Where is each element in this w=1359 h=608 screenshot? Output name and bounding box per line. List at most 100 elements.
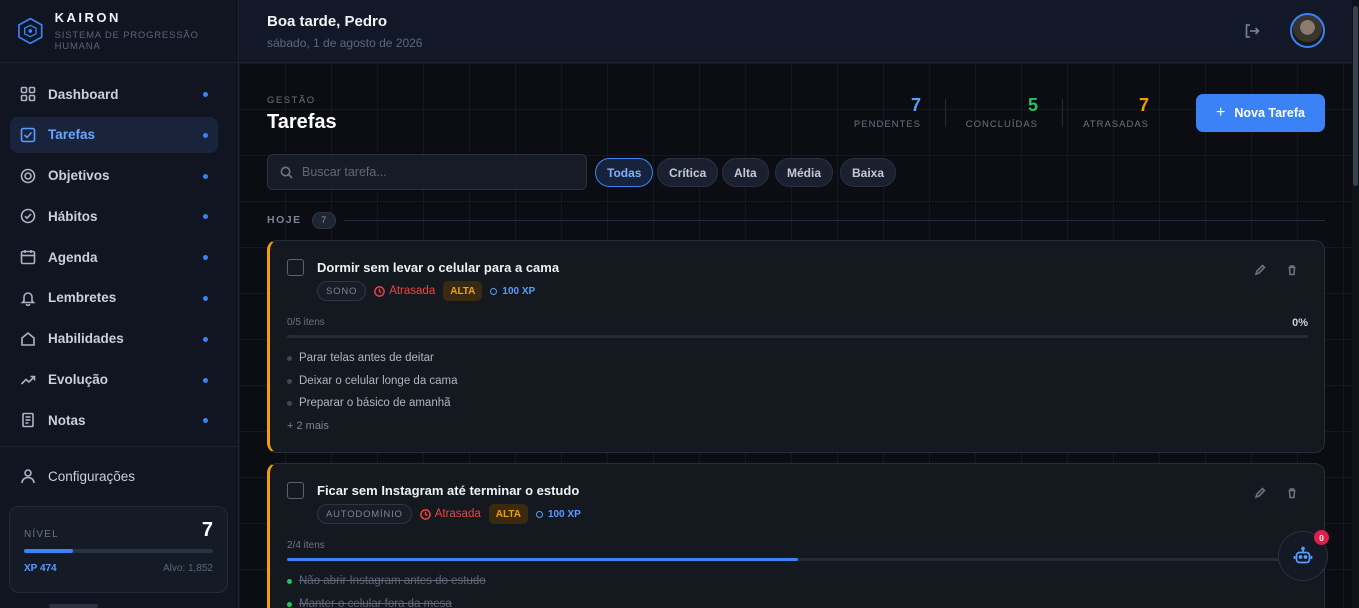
subtask-bullet	[287, 400, 292, 406]
task-status-label: Atrasada	[389, 285, 436, 297]
task-priority-badge: ALTA	[488, 504, 528, 524]
sidebar-item-habilidades[interactable]: Habilidades	[10, 321, 218, 357]
subtask-item[interactable]: Não abrir Instagram antes do estudo	[287, 575, 486, 587]
sidebar-item-evolucao[interactable]: Evolução	[10, 362, 218, 398]
calendar-icon	[20, 249, 36, 265]
task-actions	[1254, 487, 1298, 499]
page-title: Tarefas	[267, 111, 337, 133]
sidebar-item-dashboard[interactable]: Dashboard	[10, 76, 218, 112]
subtask-item[interactable]: Preparar o básico de amanhã	[287, 397, 451, 409]
subtask-item[interactable]: Deixar o celular longe da cama	[287, 375, 458, 387]
sidebar-item-habitos[interactable]: Hábitos	[10, 198, 218, 234]
search-icon	[280, 166, 293, 179]
clock-icon	[374, 285, 386, 297]
avatar[interactable]	[1290, 13, 1325, 48]
search-box[interactable]	[267, 154, 587, 190]
task-progress-text: 0/5 itens	[287, 317, 325, 328]
greeting: Boa tarde, Pedro	[267, 13, 388, 30]
stat-concluidas: 5 CONCLUÍDAS	[959, 95, 1038, 130]
task-progress-row: 2/4 itens	[287, 540, 1308, 551]
main-content: GESTÃO Tarefas 7 PENDENTES 5 CONCLUÍDAS …	[239, 63, 1352, 608]
task-category-tag: AUTODOMÍNIO	[317, 504, 412, 524]
trash-icon[interactable]	[1286, 487, 1298, 499]
brand-subtitle: SISTEMA DE PROGRESSÃO HUMANA	[54, 30, 199, 52]
subtask-item[interactable]: Manter o celular fora da mesa	[287, 598, 452, 608]
target-icon	[20, 168, 36, 184]
filter-critica[interactable]: Crítica	[657, 158, 719, 187]
sidebar-item-configuracoes[interactable]: Configurações	[10, 458, 135, 494]
stat-label: CONCLUÍDAS	[965, 119, 1038, 130]
level-value: 7	[201, 519, 213, 541]
sidebar-item-label: Evolução	[48, 372, 109, 388]
home-icon	[20, 331, 36, 347]
pencil-icon[interactable]	[1254, 264, 1266, 276]
task-status: Atrasada	[419, 508, 481, 520]
sidebar-item-label: Configurações	[48, 468, 136, 484]
task-checkbox[interactable]	[287, 259, 304, 276]
nav-dot	[203, 173, 208, 179]
section-kicker: GESTÃO	[267, 95, 316, 106]
subtask-item[interactable]: Parar telas antes de deitar	[287, 352, 434, 364]
stat-value: 7	[910, 95, 921, 115]
stat-value: 7	[1138, 95, 1149, 115]
sidebar-nav: Dashboard Tarefas Objetivos Hábitos Agen…	[0, 63, 238, 438]
sidebar-item-lembretes[interactable]: Lembretes	[10, 280, 218, 316]
subtask-label: Parar telas antes de deitar	[299, 352, 434, 364]
task-meta: AUTODOMÍNIO Atrasada ALTA 100 XP	[317, 504, 581, 524]
stat-pendentes: 7 PENDENTES	[851, 95, 921, 130]
nav-dot	[203, 295, 208, 301]
sidebar-item-objetivos[interactable]: Objetivos	[10, 158, 218, 194]
sidebar-scroll-handle[interactable]	[49, 604, 98, 608]
grid-icon	[20, 86, 36, 102]
task-card[interactable]: Dormir sem levar o celular para a cama S…	[267, 240, 1325, 453]
subtask-bullet	[287, 378, 292, 384]
nav-dot	[203, 214, 208, 220]
search-input[interactable]	[302, 165, 572, 179]
task-priority-badge: ALTA	[443, 281, 483, 301]
level-xp: XP 474	[24, 563, 57, 574]
task-actions	[1254, 264, 1298, 276]
filter-todas[interactable]: Todas	[595, 158, 654, 187]
trash-icon[interactable]	[1286, 264, 1298, 276]
stat-atrasadas: 7 ATRASADAS	[1079, 95, 1149, 130]
subtask-bullet	[287, 578, 292, 584]
sidebar-item-notas[interactable]: Notas	[10, 402, 218, 438]
new-task-button[interactable]: + Nova Tarefa	[1196, 94, 1325, 132]
hexagon-logo-icon	[18, 17, 43, 45]
level-card: NÍVEL 7 XP 474 Alvo: 1,852	[9, 506, 228, 593]
subtask-more-link[interactable]: + 2 mais	[287, 420, 329, 432]
stat-divider	[945, 99, 946, 127]
check-circle-icon	[20, 208, 36, 224]
nav-dot	[203, 132, 208, 138]
clock-icon	[419, 508, 431, 520]
assistant-badge: 0	[1314, 530, 1329, 545]
subtask-label: Não abrir Instagram antes do estudo	[299, 575, 486, 587]
group-header-hoje: HOJE 7	[267, 210, 1325, 230]
filter-baixa[interactable]: Baixa	[840, 158, 897, 187]
task-status-label: Atrasada	[434, 508, 481, 520]
stat-label: PENDENTES	[853, 119, 921, 130]
main-scroll-thumb[interactable]	[1353, 6, 1358, 186]
sidebar-item-label: Agenda	[48, 249, 98, 265]
bell-icon	[20, 290, 36, 306]
level-label: NÍVEL	[24, 529, 59, 540]
task-card[interactable]: Ficar sem Instagram até terminar o estud…	[267, 463, 1325, 608]
task-progress-fill	[287, 558, 798, 561]
sidebar-item-label: Dashboard	[48, 86, 119, 102]
task-progress-percent: 0%	[1292, 317, 1308, 329]
task-xp-label: 100 XP	[547, 508, 581, 520]
sidebar-item-agenda[interactable]: Agenda	[10, 239, 218, 275]
pencil-icon[interactable]	[1254, 487, 1266, 499]
task-xp: 100 XP	[535, 508, 581, 520]
filter-media[interactable]: Média	[775, 158, 834, 187]
group-count: 7	[311, 211, 336, 229]
filter-alta[interactable]: Alta	[722, 158, 769, 187]
level-goal: Alvo: 1,852	[162, 563, 213, 574]
task-checkbox[interactable]	[287, 482, 304, 499]
logout-icon[interactable]	[1243, 22, 1261, 40]
sidebar-item-tarefas[interactable]: Tarefas	[10, 116, 218, 153]
xp-ring-icon	[535, 510, 543, 518]
stat-divider	[1062, 99, 1063, 127]
group-label: HOJE	[267, 214, 302, 226]
sidebar-item-label: Objetivos	[48, 168, 110, 184]
